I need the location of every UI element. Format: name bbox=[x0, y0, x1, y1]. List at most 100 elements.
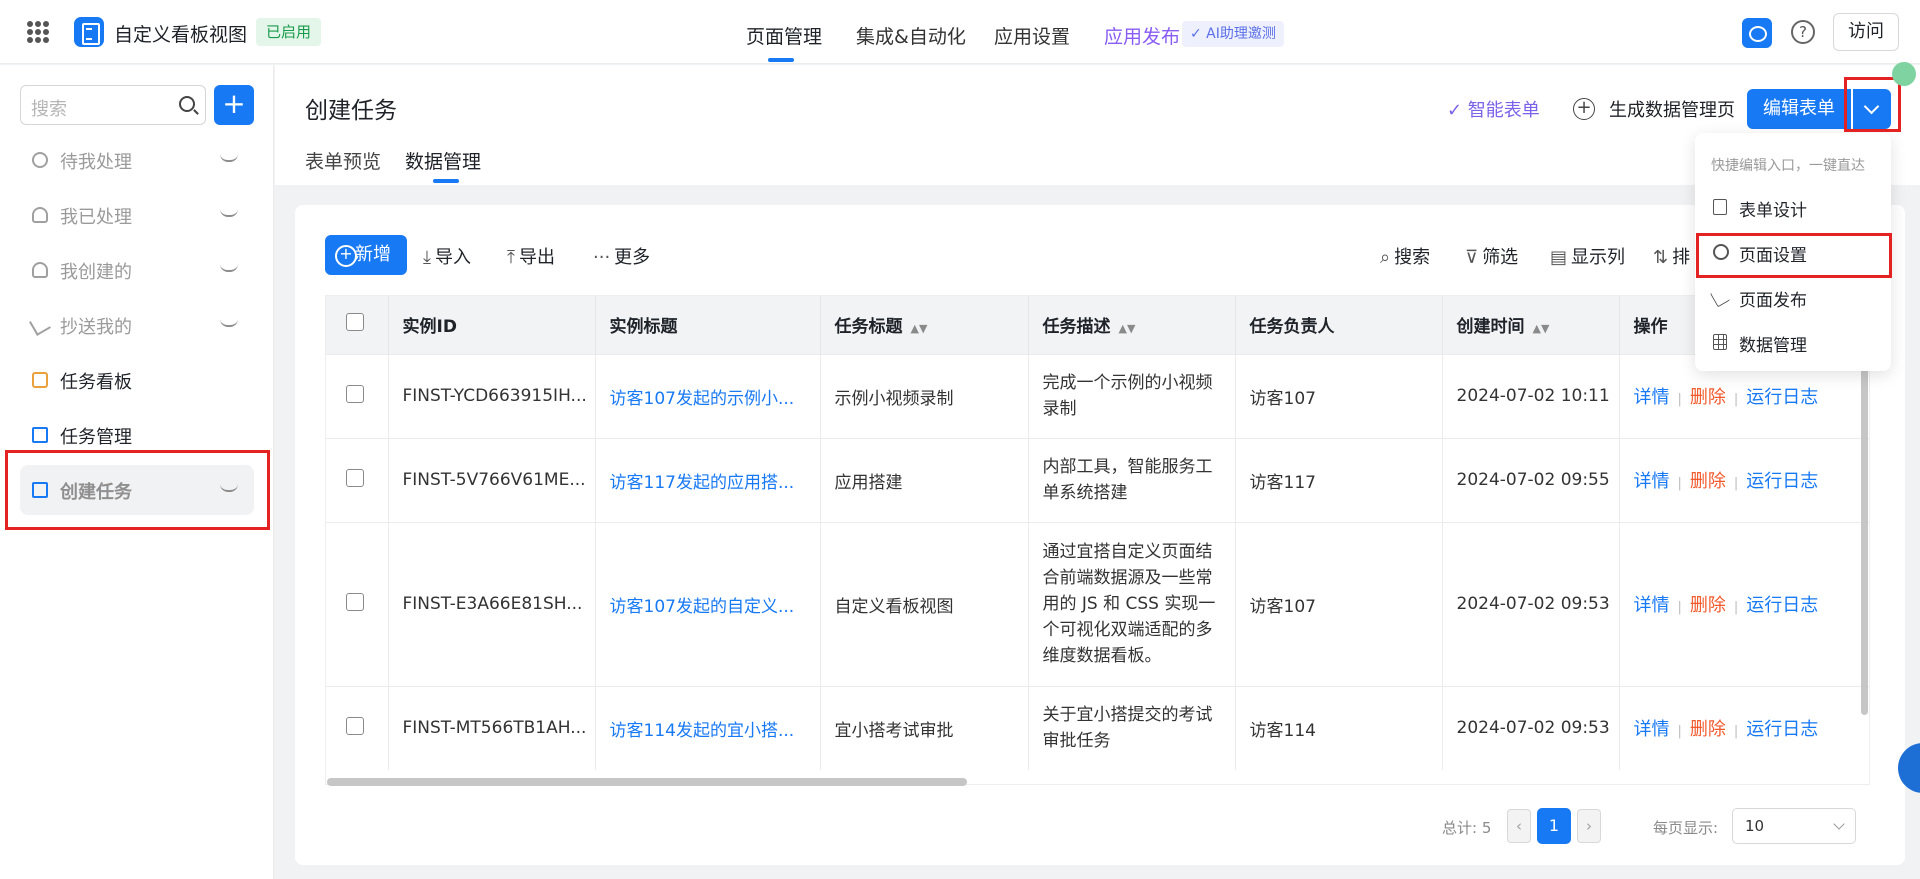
task-title: 自定义看板视图 bbox=[820, 521, 1029, 686]
tab-data-management[interactable]: 数据管理 bbox=[405, 147, 481, 174]
eye-closed-icon[interactable] bbox=[220, 264, 238, 272]
table-row: FINST-YCD663915IH... 访客107发起的示例小... 示例小视… bbox=[326, 353, 1869, 438]
run-log-link[interactable]: 运行日志 bbox=[1746, 719, 1818, 740]
sidebar-item-pending[interactable]: 待我处理 bbox=[20, 135, 254, 185]
sort-icon[interactable]: ▲▼ bbox=[1533, 322, 1550, 335]
column-header[interactable]: 任务标题 ▲▼ bbox=[820, 296, 1029, 354]
separator: | bbox=[1677, 392, 1682, 407]
dropdown-hint: 快捷编辑入口，一键直达 bbox=[1711, 158, 1865, 174]
row-checkbox[interactable] bbox=[346, 468, 364, 487]
detail-link[interactable]: 详情 bbox=[1634, 595, 1670, 616]
prev-page-button[interactable]: ‹ bbox=[1507, 809, 1531, 843]
table-row: FINST-MT566TB1AH... 访客114发起的宜小搭... 宜小搭考试… bbox=[326, 685, 1869, 770]
detail-link[interactable]: 详情 bbox=[1634, 471, 1670, 492]
columns-button[interactable]: ▤ 显示列 bbox=[1550, 243, 1625, 269]
instance-title-link[interactable]: 访客114发起的宜小搭... bbox=[595, 685, 821, 770]
data-table: 实例ID 实例标题 任务标题 ▲▼ 任务描述 ▲▼ 任务负责人 创建时间 ▲▼ 操作 … bbox=[325, 295, 1870, 785]
vertical-scrollbar[interactable] bbox=[1861, 355, 1868, 715]
run-log-link[interactable]: 运行日志 bbox=[1746, 387, 1818, 408]
sync-icon[interactable] bbox=[1742, 18, 1772, 48]
add-page-button[interactable]: + bbox=[214, 85, 254, 125]
task-owner: 访客114 bbox=[1235, 685, 1443, 770]
smart-form-button[interactable]: ✓ 智能表单 bbox=[1447, 96, 1540, 122]
filter-button[interactable]: ⊽ 筛选 bbox=[1465, 243, 1518, 269]
run-log-link[interactable]: 运行日志 bbox=[1746, 595, 1818, 616]
instance-title-link[interactable]: 访客107发起的示例小... bbox=[595, 353, 821, 438]
delete-link[interactable]: 删除 bbox=[1690, 719, 1726, 740]
row-checkbox[interactable] bbox=[346, 384, 364, 403]
sidebar-item-cc[interactable]: 抄送我的 bbox=[20, 300, 254, 350]
generate-data-page-button[interactable]: 生成数据管理页 bbox=[1609, 96, 1735, 122]
visit-button[interactable]: 访问 bbox=[1833, 13, 1899, 51]
sort-label: 排 bbox=[1672, 247, 1691, 268]
task-title: 应用搭建 bbox=[820, 437, 1029, 522]
row-checkbox[interactable] bbox=[346, 592, 364, 611]
eye-closed-icon[interactable] bbox=[220, 209, 238, 217]
ai-assistant-badge[interactable]: ✓ AI助理邀测 bbox=[1182, 21, 1284, 47]
highlight-box-dropdown-toggle bbox=[1844, 77, 1901, 132]
pager-total: 总计: 5 bbox=[1442, 819, 1492, 837]
nav-app-settings[interactable]: 应用设置 bbox=[994, 22, 1070, 49]
columns-icon: ▤ bbox=[1550, 247, 1568, 268]
next-page-button[interactable]: › bbox=[1577, 809, 1601, 843]
search-placeholder: 搜索 bbox=[31, 99, 67, 120]
document-icon bbox=[1713, 199, 1727, 215]
user-check-icon bbox=[32, 207, 48, 223]
tab-form-preview[interactable]: 表单预览 bbox=[305, 147, 381, 174]
import-button[interactable]: ⤓ 导入 bbox=[423, 243, 471, 269]
row-checkbox[interactable] bbox=[346, 716, 364, 735]
select-all-cell bbox=[326, 296, 389, 354]
instance-title-link[interactable]: 访客117发起的应用搭... bbox=[595, 437, 821, 522]
eye-closed-icon[interactable] bbox=[220, 319, 238, 327]
per-page-label: 每页显示: bbox=[1653, 819, 1719, 837]
row-actions: 详情 | 删除 | 运行日志 bbox=[1619, 437, 1869, 522]
clock-icon bbox=[32, 152, 48, 168]
detail-link[interactable]: 详情 bbox=[1634, 387, 1670, 408]
app-grid-icon[interactable] bbox=[27, 21, 49, 43]
send-icon bbox=[1709, 286, 1731, 308]
filter-label: 筛选 bbox=[1482, 247, 1519, 268]
board-icon bbox=[32, 372, 48, 388]
table-header-row: 实例ID 实例标题 任务标题 ▲▼ 任务描述 ▲▼ 任务负责人 创建时间 ▲▼ 操作 bbox=[326, 296, 1869, 354]
more-button[interactable]: ··· 更多 bbox=[593, 243, 650, 269]
detail-link[interactable]: 详情 bbox=[1634, 719, 1670, 740]
per-page-select[interactable]: 10 bbox=[1732, 808, 1856, 844]
menu-item-data-management[interactable]: 数据管理 bbox=[1695, 320, 1891, 364]
select-all-checkbox[interactable] bbox=[346, 313, 364, 332]
delete-link[interactable]: 删除 bbox=[1690, 471, 1726, 492]
nav-integration[interactable]: 集成&自动化 bbox=[856, 22, 966, 49]
column-header[interactable]: 创建时间 ▲▼ bbox=[1442, 296, 1620, 354]
delete-link[interactable]: 删除 bbox=[1690, 595, 1726, 616]
column-header[interactable]: 任务描述 ▲▼ bbox=[1028, 296, 1236, 354]
app-logo-icon bbox=[74, 17, 104, 47]
sidebar-item-processed[interactable]: 我已处理 bbox=[20, 190, 254, 240]
horizontal-scrollbar[interactable] bbox=[327, 778, 967, 786]
sort-icon[interactable]: ▲▼ bbox=[911, 322, 928, 335]
sort-button[interactable]: ⇅ 排 bbox=[1653, 243, 1690, 269]
search-icon bbox=[179, 96, 195, 112]
eye-closed-icon[interactable] bbox=[220, 154, 238, 162]
delete-link[interactable]: 删除 bbox=[1690, 387, 1726, 408]
highlight-box-sidebar bbox=[5, 450, 270, 530]
instance-id: FINST-YCD663915IH... bbox=[388, 353, 596, 438]
current-page-button[interactable]: 1 bbox=[1537, 808, 1571, 844]
send-icon bbox=[29, 314, 51, 336]
sidebar-item-task-board[interactable]: 任务看板 bbox=[20, 355, 254, 405]
separator: | bbox=[1677, 600, 1682, 615]
run-log-link[interactable]: 运行日志 bbox=[1746, 471, 1818, 492]
help-icon[interactable]: ? bbox=[1791, 20, 1815, 44]
sidebar-search-input[interactable]: 搜索 bbox=[20, 85, 206, 125]
sidebar-item-created[interactable]: 我创建的 bbox=[20, 245, 254, 295]
sort-icon[interactable]: ▲▼ bbox=[1119, 322, 1136, 335]
export-button[interactable]: ⤒ 导出 bbox=[507, 243, 555, 269]
nav-page-management[interactable]: 页面管理 bbox=[746, 22, 822, 49]
nav-app-publish[interactable]: 应用发布 bbox=[1104, 22, 1180, 49]
column-header-label: 任务标题 bbox=[834, 317, 903, 338]
menu-item-page-publish[interactable]: 页面发布 bbox=[1695, 275, 1891, 319]
edit-form-button[interactable]: 编辑表单 bbox=[1747, 89, 1851, 129]
new-record-button[interactable]: 新增 bbox=[325, 235, 407, 275]
search-button[interactable]: ⌕ 搜索 bbox=[1380, 243, 1430, 269]
menu-item-form-design[interactable]: 表单设计 bbox=[1695, 185, 1891, 229]
row-actions: 详情 | 删除 | 运行日志 bbox=[1619, 521, 1869, 686]
instance-title-link[interactable]: 访客107发起的自定义... bbox=[595, 521, 821, 686]
